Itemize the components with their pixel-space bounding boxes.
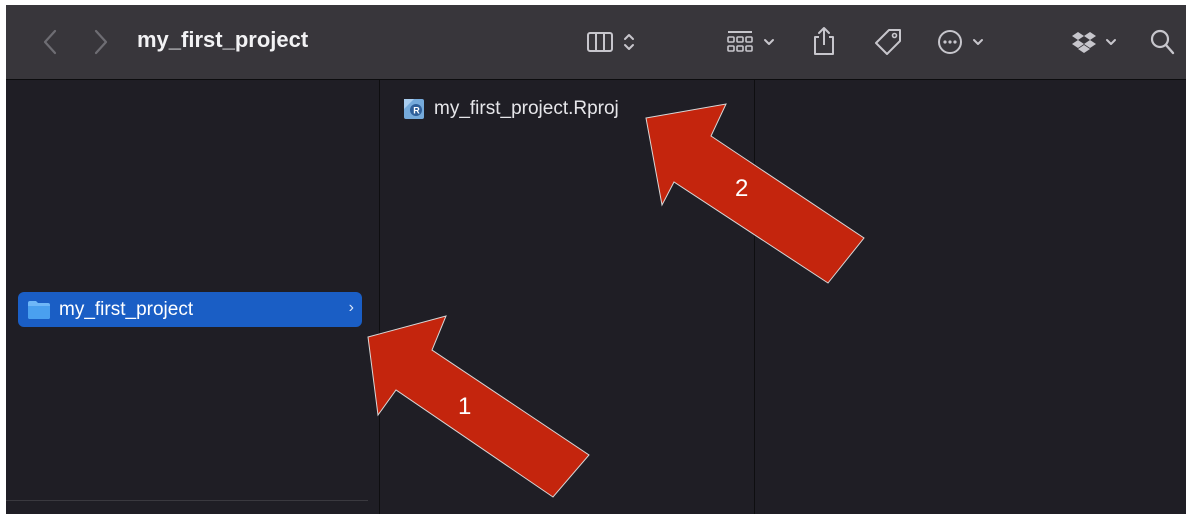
column-1[interactable]: my_first_project › [6,80,380,514]
svg-text:R: R [413,106,420,116]
column-divider [6,500,368,501]
rproj-file-icon: R [404,99,424,119]
group-grid-icon [727,31,753,52]
tag-button[interactable] [868,23,908,61]
ellipsis-circle-icon [938,30,962,54]
column-3[interactable] [755,80,1186,514]
group-button[interactable] [720,25,780,59]
column-2[interactable]: R my_first_project.Rproj [380,80,755,514]
dropbox-button[interactable] [1064,25,1124,59]
back-button[interactable] [34,25,66,59]
finder-window: my_first_project my_first_project › R my… [6,5,1186,514]
chevron-right-icon [94,29,108,55]
annotation-label-2: 2 [735,175,749,202]
folder-icon [28,300,50,319]
chevron-down-icon [1106,39,1116,45]
dropbox-icon [1072,32,1096,53]
more-actions-button[interactable] [930,25,990,59]
chevron-down-icon [764,39,774,45]
window-title: my_first_project [137,27,309,52]
folder-label: my_first_project [59,298,194,320]
search-button[interactable] [1144,25,1180,59]
toolbar: my_first_project [6,5,1186,80]
tag-icon [875,29,901,55]
view-mode-button[interactable] [578,25,644,59]
column-browser: my_first_project › R my_first_project.Rp… [6,80,1186,514]
folder-row-selected[interactable]: my_first_project › [18,292,362,327]
column-view-icon [587,32,613,52]
file-row[interactable]: R my_first_project.Rproj [403,94,619,124]
share-icon [814,27,834,55]
chevron-down-icon [973,39,983,45]
search-icon [1150,29,1175,55]
chevron-left-icon [43,29,57,55]
chevron-right-icon: › [348,299,354,316]
file-label: my_first_project.Rproj [434,98,619,119]
updown-chevron-icon [624,34,634,50]
forward-button[interactable] [85,25,117,59]
share-button[interactable] [806,21,842,61]
annotation-label-1: 1 [458,393,472,420]
